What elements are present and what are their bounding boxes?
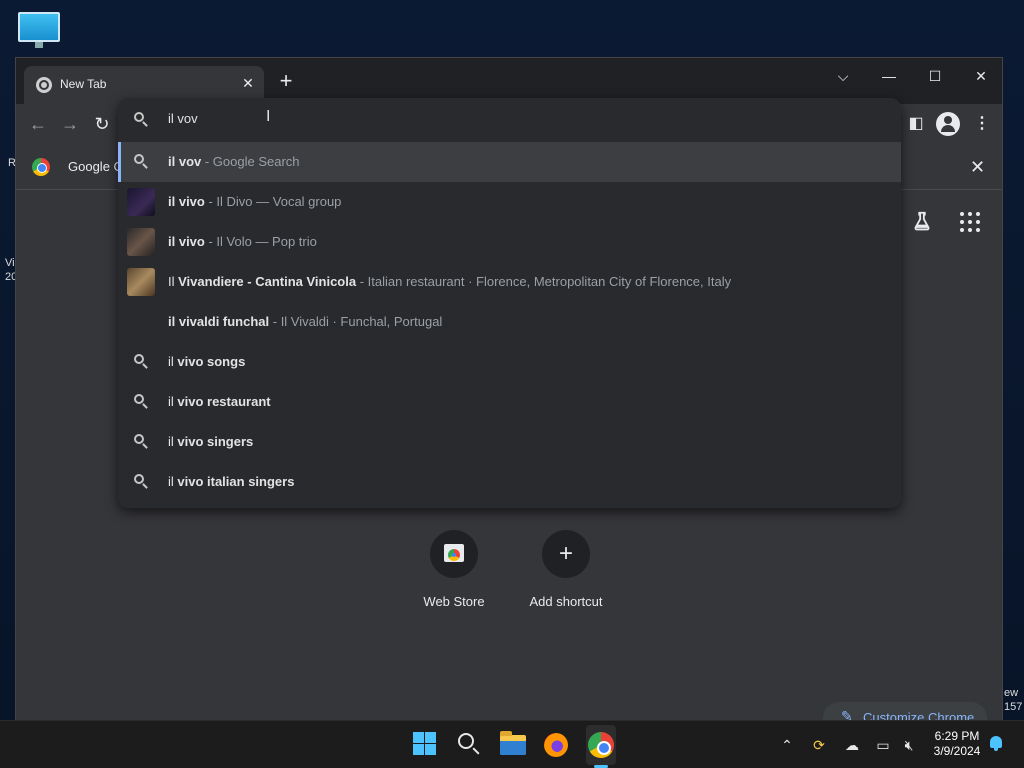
search-icon <box>134 434 150 450</box>
suggestion-main: vivo songs <box>177 354 246 369</box>
suggestion-main: vivo restaurant <box>177 394 271 409</box>
close-window-button[interactable]: ✕ <box>963 62 999 90</box>
suggestion-sub: - Italian restaurant · Florence, Metropo… <box>356 274 732 289</box>
start-windows-icon[interactable] <box>412 731 440 759</box>
suggestion-text: il vivo singers <box>168 434 253 449</box>
suggestion-sub: - Il Divo — Vocal group <box>204 194 342 209</box>
suggestion-main: il vov <box>168 154 202 169</box>
suggestion-pre: il <box>168 434 178 449</box>
suggestion-main: Vivandiere - Cantina Vinicola <box>178 274 357 289</box>
suggestion-main: il vivo <box>168 194 205 209</box>
suggestion-item[interactable]: il vov - Google Search <box>118 142 901 182</box>
suggestion-text: il vivo restaurant <box>168 394 271 409</box>
cloud-offline-icon[interactable]: ☁ <box>840 735 864 755</box>
taskbar: ⌃ ⟳ ☁ ▭ 🔇︎ 6:29 PM 3/9/2024 <box>0 720 1024 768</box>
update-sync-icon[interactable]: ⟳ <box>808 735 830 755</box>
shortcut-web-store[interactable]: Web Store <box>399 530 509 609</box>
tab-close-icon[interactable]: ✕ <box>240 75 256 91</box>
profile-avatar-icon[interactable] <box>936 112 960 136</box>
clock-date: 3/9/2024 <box>933 744 981 758</box>
address-bar[interactable]: il vov I <box>118 98 901 142</box>
search-icon <box>134 354 150 370</box>
network-icon[interactable]: ▭ <box>872 735 894 755</box>
desktop-label-right-line2: 157 <box>1004 701 1023 713</box>
suggestion-text: il vivo - Il Volo — Pop trio <box>168 234 317 249</box>
chrome-taskbar-icon[interactable] <box>588 732 614 758</box>
suggestion-text: Il Vivandiere - Cantina Vinicola - Itali… <box>168 274 731 289</box>
suggestion-text: il vivo songs <box>168 354 245 369</box>
suggestion-pre: il <box>168 354 178 369</box>
suggestion-text: il vov - Google Search <box>168 154 300 169</box>
shortcut-circle: + <box>542 530 590 578</box>
omnibox-dropdown: il vov I il vov - Google Search il vivo … <box>118 98 901 508</box>
tray-chevron-up-icon[interactable]: ⌃ <box>778 735 796 755</box>
suggestion-text: il vivo - Il Divo — Vocal group <box>168 194 341 209</box>
suggestion-main: vivo italian singers <box>177 474 295 489</box>
il-volo-thumbnail <box>127 228 155 256</box>
search-icon <box>134 394 150 410</box>
firefox-icon[interactable] <box>544 733 568 757</box>
suggestion-sub: - Google Search <box>201 154 300 169</box>
chrome-favicon-icon <box>36 77 52 93</box>
reload-icon[interactable]: ↻ <box>90 112 114 136</box>
new-tab-button[interactable]: + <box>274 70 298 94</box>
suggestion-sub: - Il Volo — Pop trio <box>204 234 317 249</box>
web-store-icon <box>444 544 464 562</box>
address-input[interactable]: il vov <box>168 111 198 126</box>
suggestion-main: il vivo <box>168 234 205 249</box>
search-icon <box>134 112 150 128</box>
suggestion-item[interactable]: il vivo restaurant <box>118 382 901 422</box>
notification-bell-icon[interactable] <box>988 736 1004 752</box>
desktop-label-right-line1: ew <box>1004 687 1019 699</box>
infobar-text: Google C <box>68 159 123 174</box>
search-icon <box>134 474 150 490</box>
suggestion-item[interactable]: Il Vivandiere - Cantina Vinicola - Itali… <box>118 262 901 302</box>
this-pc-desktop-icon[interactable] <box>18 12 60 48</box>
taskbar-search-icon[interactable] <box>456 731 484 759</box>
back-arrow-icon[interactable]: ← <box>26 112 50 136</box>
shortcut-label: Add shortcut <box>529 594 603 609</box>
google-apps-grid-icon[interactable] <box>958 210 982 234</box>
suggestion-pre: Il <box>168 274 179 289</box>
suggestion-item[interactable]: il vivaldi funchal - Il Vivaldi · Funcha… <box>118 302 901 342</box>
side-panel-icon[interactable]: ◧ <box>904 112 928 136</box>
suggestion-text: il vivaldi funchal - Il Vivaldi · Funcha… <box>168 314 442 329</box>
system-clock[interactable]: 6:29 PM 3/9/2024 <box>928 729 986 759</box>
tab-search-chevron-icon[interactable]: ⌵ <box>825 62 861 90</box>
tab-title: New Tab <box>60 77 107 91</box>
file-explorer-icon[interactable] <box>500 731 528 759</box>
desktop-label-right[interactable]: ew 157 <box>1004 686 1024 714</box>
volume-muted-icon[interactable]: 🔇︎ <box>898 735 920 755</box>
suggestion-pre: il <box>168 394 178 409</box>
il-divo-thumbnail <box>127 188 155 216</box>
maximize-button[interactable]: ☐ <box>917 62 953 90</box>
shortcut-label: Web Store <box>423 594 485 609</box>
forward-arrow-icon[interactable]: → <box>58 112 82 136</box>
shortcut-add[interactable]: + Add shortcut <box>511 530 621 609</box>
clock-time: 6:29 PM <box>934 729 980 743</box>
restaurant-thumbnail <box>127 268 155 296</box>
suggestion-item[interactable]: il vivo singers <box>118 422 901 462</box>
text-cursor-icon: I <box>266 108 271 125</box>
suggestion-item[interactable]: il vivo - Il Volo — Pop trio <box>118 222 901 262</box>
suggestion-item[interactable]: il vivo - Il Divo — Vocal group <box>118 182 901 222</box>
minimize-button[interactable]: — <box>871 62 907 90</box>
suggestion-sub: - Il Vivaldi · Funchal, Portugal <box>269 314 443 329</box>
plus-icon: + <box>558 540 573 567</box>
menu-kebab-icon[interactable]: ⋮ <box>970 112 994 136</box>
search-icon <box>134 154 150 170</box>
suggestion-main: vivo singers <box>177 434 254 449</box>
suggestion-pre: il <box>168 474 178 489</box>
chrome-logo-icon <box>32 158 50 176</box>
shortcut-circle <box>430 530 478 578</box>
infobar-close-icon[interactable]: ✕ <box>970 157 985 178</box>
suggestion-text: il vivo italian singers <box>168 474 294 489</box>
suggestion-item[interactable]: il vivo songs <box>118 342 901 382</box>
suggestion-main: il vivaldi funchal <box>168 314 270 329</box>
chrome-labs-flask-icon[interactable] <box>910 210 934 234</box>
suggestion-item[interactable]: il vivo italian singers <box>118 462 901 502</box>
